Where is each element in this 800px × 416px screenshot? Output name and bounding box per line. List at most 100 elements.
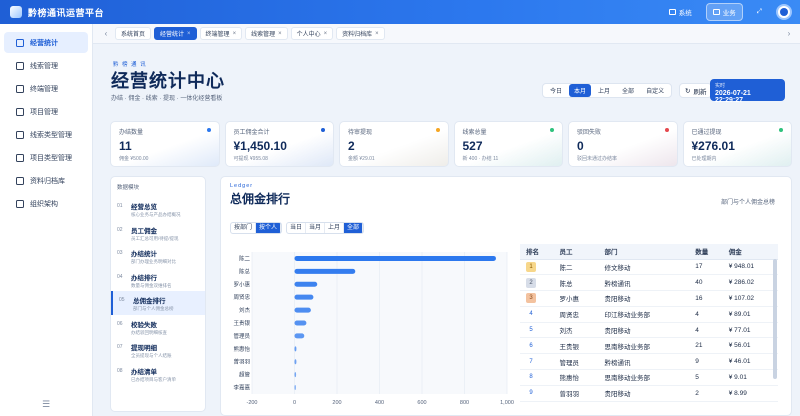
refresh-icon: ↻ — [685, 87, 691, 95]
rank-badge: 6 — [529, 342, 533, 349]
sidebar-item-2[interactable]: 终端管理 — [4, 78, 88, 99]
module-item[interactable]: 03 办结统计 部门办理业务明细对比 — [111, 244, 205, 268]
module-item[interactable]: 06 校验失败 办结驳回明细核查 — [111, 315, 205, 339]
tabs-scroll-right-icon[interactable]: › — [784, 29, 794, 38]
module-item[interactable]: 01 经营总览 核心业务与产品办结概况 — [111, 197, 205, 221]
nav-item-icon — [16, 84, 24, 93]
range-button-1[interactable]: 本月 — [569, 84, 592, 97]
cell-name: 罗小惠 — [553, 290, 599, 307]
bar-1[interactable] — [294, 268, 356, 274]
sidebar-item-6[interactable]: 资料归档库 — [4, 170, 88, 191]
ranking-range-button-1[interactable]: 当月 — [306, 223, 326, 233]
sidebar-item-1[interactable]: 线索管理 — [4, 55, 88, 76]
dimension-button-1[interactable]: 按个人 — [256, 223, 282, 233]
rank-badge: 2 — [526, 277, 536, 288]
close-icon[interactable]: × — [278, 31, 282, 37]
range-button-4[interactable]: 自定义 — [641, 84, 669, 97]
cell-count: 21 — [689, 337, 723, 355]
tab-0[interactable]: 系统首页 — [115, 27, 152, 40]
table-row[interactable]: 7 管理员 黔榜通讯 9 ¥ 46.01 — [520, 353, 778, 371]
tabs-scroll-left-icon[interactable]: ‹ — [101, 29, 111, 38]
bar-2[interactable] — [294, 281, 318, 287]
tab-4[interactable]: 个人中心 × — [290, 27, 334, 40]
fullscreen-button[interactable]: ⤢ — [751, 5, 768, 19]
close-icon[interactable]: × — [375, 31, 379, 37]
range-button-2[interactable]: 上月 — [593, 84, 615, 97]
table-row[interactable]: 8 熊惠怡 思南移动业务部 5 ¥ 9.01 — [520, 369, 778, 386]
collapse-sidebar-icon[interactable]: ☰ — [42, 399, 50, 410]
x-tick-label: 600 — [417, 400, 426, 406]
table-row[interactable]: 1 陈二 修文移动 17 ¥ 948.01 — [520, 259, 778, 276]
rank-badge: 8 — [529, 374, 533, 381]
ranking-title: 总佣金排行 — [230, 192, 291, 206]
app-title: 黔榜通讯运营平台 — [28, 7, 105, 18]
page-subtitle: 办结 · 佣金 · 线索 · 提现 · 一体化经营看板 — [111, 96, 223, 102]
refresh-button[interactable]: ↻ 刷新 — [679, 83, 713, 98]
column-header: 数量 — [689, 244, 723, 260]
module-item[interactable]: 05 总佣金排行 部门与个人佣金总榜 — [111, 291, 205, 315]
bar-3[interactable] — [294, 294, 314, 300]
bar-9[interactable] — [294, 372, 297, 378]
table-scrollbar[interactable] — [773, 259, 777, 379]
ranking-range-button-0[interactable]: 当日 — [287, 223, 307, 233]
nav-item-icon — [16, 153, 24, 162]
bar-0[interactable] — [294, 255, 496, 261]
table-row[interactable]: 2 陈总 黔榜通讯 40 ¥ 286.02 — [520, 274, 778, 292]
bar-5[interactable] — [294, 320, 307, 326]
sidebar-item-4[interactable]: 线索类型管理 — [4, 124, 88, 145]
module-desc: 员工汇总可用/待提/提现 — [131, 235, 179, 241]
stat-card: 已通过提现 ¥276.01 已处理期内 — [682, 121, 792, 167]
sidebar-item-0[interactable]: 经营统计 — [4, 32, 88, 53]
sidebar-item-3[interactable]: 项目管理 — [4, 101, 88, 122]
cell-amount: ¥ 9.01 — [722, 369, 778, 386]
cell-name: 王贵银 — [553, 337, 599, 355]
module-item[interactable]: 04 办结排行 数量与佣金双维排名 — [111, 268, 205, 292]
tab-label: 终端管理 — [205, 32, 230, 38]
tab-label: 线索管理 — [251, 32, 276, 38]
bar-8[interactable] — [294, 359, 297, 365]
table-row[interactable]: 4 周贤忠 印江移动业务部 4 ¥ 89.01 — [520, 306, 778, 323]
module-item[interactable]: 08 办结清单 已办结项目与客户清单 — [111, 362, 205, 386]
ranking-range-button-2[interactable]: 上月 — [325, 223, 345, 233]
sidebar-item-label: 线索类型管理 — [30, 131, 72, 139]
close-icon[interactable]: × — [233, 31, 237, 37]
module-name: 办结清单 — [131, 368, 157, 376]
dimension-button-0[interactable]: 按部门 — [231, 223, 257, 233]
sidebar-item-5[interactable]: 项目类型管理 — [4, 147, 88, 168]
x-tick-label: 400 — [375, 400, 384, 406]
bar-7[interactable] — [294, 346, 297, 352]
business-switch-button[interactable]: 业务 — [705, 3, 743, 21]
close-icon[interactable]: × — [324, 31, 328, 37]
tab-3[interactable]: 线索管理 × — [245, 27, 288, 40]
x-tick-label: 0 — [293, 400, 296, 406]
bar-10[interactable] — [294, 385, 296, 391]
table-row[interactable]: 3 罗小惠 贵阳移动 16 ¥ 107.02 — [520, 290, 778, 307]
app-logo — [10, 6, 22, 18]
status-dot — [664, 128, 669, 132]
tab-2[interactable]: 终端管理 × — [199, 27, 243, 40]
rank-badge: 3 — [526, 293, 536, 304]
range-button-3[interactable]: 全部 — [617, 84, 639, 97]
system-switch-button[interactable]: 系统 — [663, 4, 698, 20]
tab-1[interactable]: 经营统计 × — [154, 27, 197, 40]
bar-6[interactable] — [294, 333, 305, 339]
bar-4[interactable] — [294, 307, 311, 313]
cell-count: 4 — [689, 306, 723, 323]
table-row[interactable]: 9 曾羽羽 贵阳移动 2 ¥ 8.99 — [520, 385, 778, 402]
dimension-toggle: 按部门 按个人 — [230, 222, 283, 234]
range-button-0[interactable]: 今日 — [545, 84, 567, 97]
sidebar-item-label: 项目类型管理 — [30, 154, 72, 162]
module-item[interactable]: 07 提现明细 全员提现与个人结账 — [111, 338, 205, 362]
nav-item-icon — [16, 61, 24, 70]
cell-dept: 黔榜通讯 — [598, 353, 690, 371]
user-avatar[interactable] — [776, 4, 792, 20]
module-desc: 全员提现与个人结账 — [131, 353, 172, 358]
module-item[interactable]: 02 员工佣金 员工汇总可用/待提/提现 — [111, 221, 205, 245]
ranking-range-button-3[interactable]: 全部 — [344, 223, 364, 233]
stat-value: 2 — [348, 139, 355, 153]
close-icon[interactable]: × — [187, 31, 191, 37]
tab-5[interactable]: 资料归档库 × — [336, 27, 385, 40]
table-row[interactable]: 5 刘杰 贵阳移动 4 ¥ 77.01 — [520, 322, 778, 339]
sidebar-item-7[interactable]: 组织架构 — [4, 193, 88, 214]
table-row[interactable]: 6 王贵银 思南移动业务部 21 ¥ 56.01 — [520, 337, 778, 355]
